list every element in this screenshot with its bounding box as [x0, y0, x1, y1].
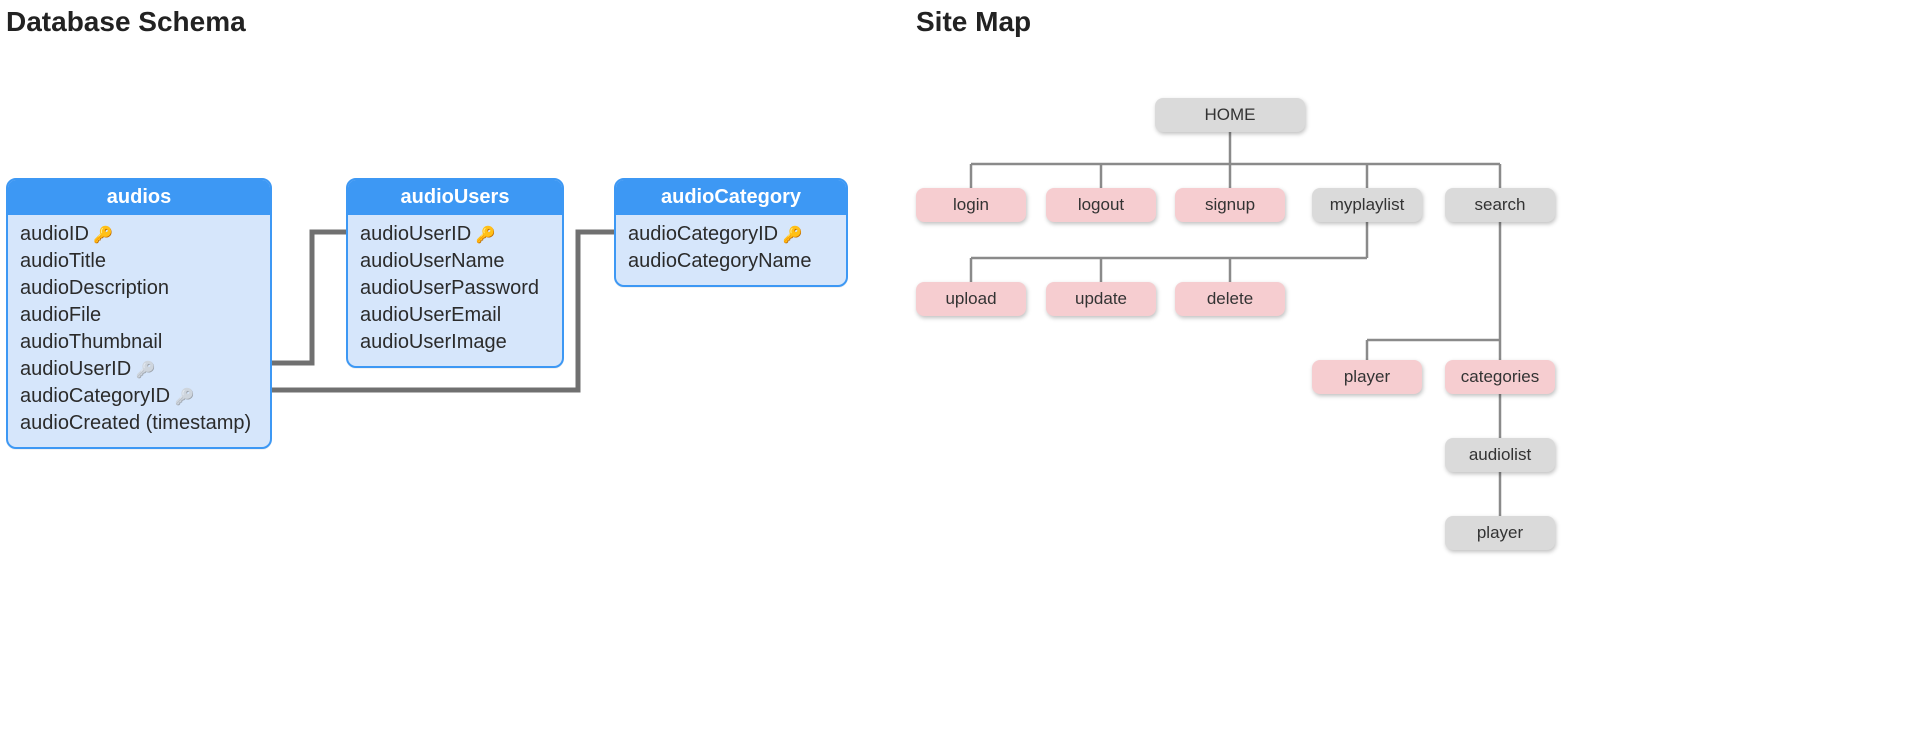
- sitemap-node-home: HOME: [1155, 98, 1305, 132]
- db-field: audioUserName: [360, 248, 550, 275]
- sitemap-node-player: player: [1312, 360, 1422, 394]
- db-field: audioFile: [20, 302, 258, 329]
- sitemap-node-categories: categories: [1445, 360, 1555, 394]
- sitemap-connectors: [0, 0, 1930, 738]
- db-field: audioDescription: [20, 275, 258, 302]
- sitemap-node-player-2: player: [1445, 516, 1555, 550]
- db-field: audioUserID: [20, 356, 258, 383]
- sitemap-node-logout: logout: [1046, 188, 1156, 222]
- sitemap-node-audiolist: audiolist: [1445, 438, 1555, 472]
- db-field: audioID: [20, 221, 258, 248]
- db-table-title: audios: [8, 180, 270, 215]
- sitemap-node-search: search: [1445, 188, 1555, 222]
- schema-connectors: [0, 0, 1930, 738]
- sitemap-node-delete: delete: [1175, 282, 1285, 316]
- sitemap-heading: Site Map: [916, 6, 1031, 38]
- schema-heading: Database Schema: [6, 6, 246, 38]
- db-field: audioUserPassword: [360, 275, 550, 302]
- db-field: audioUserImage: [360, 329, 550, 356]
- db-table-audios: audios audioID audioTitle audioDescripti…: [6, 178, 272, 449]
- db-field: audioUserID: [360, 221, 550, 248]
- sitemap-node-upload: upload: [916, 282, 1026, 316]
- db-field: audioCreated (timestamp): [20, 410, 258, 437]
- db-field: audioTitle: [20, 248, 258, 275]
- sitemap-node-login: login: [916, 188, 1026, 222]
- sitemap-node-myplaylist: myplaylist: [1312, 188, 1422, 222]
- sitemap-node-update: update: [1046, 282, 1156, 316]
- db-table-audiocategory: audioCategory audioCategoryID audioCateg…: [614, 178, 848, 287]
- db-field: audioCategoryID: [20, 383, 258, 410]
- db-field: audioThumbnail: [20, 329, 258, 356]
- db-field: audioCategoryID: [628, 221, 834, 248]
- db-table-title: audioCategory: [616, 180, 846, 215]
- db-table-title: audioUsers: [348, 180, 562, 215]
- db-table-audiousers: audioUsers audioUserID audioUserName aud…: [346, 178, 564, 368]
- db-field: audioUserEmail: [360, 302, 550, 329]
- sitemap-node-signup: signup: [1175, 188, 1285, 222]
- db-field: audioCategoryName: [628, 248, 834, 275]
